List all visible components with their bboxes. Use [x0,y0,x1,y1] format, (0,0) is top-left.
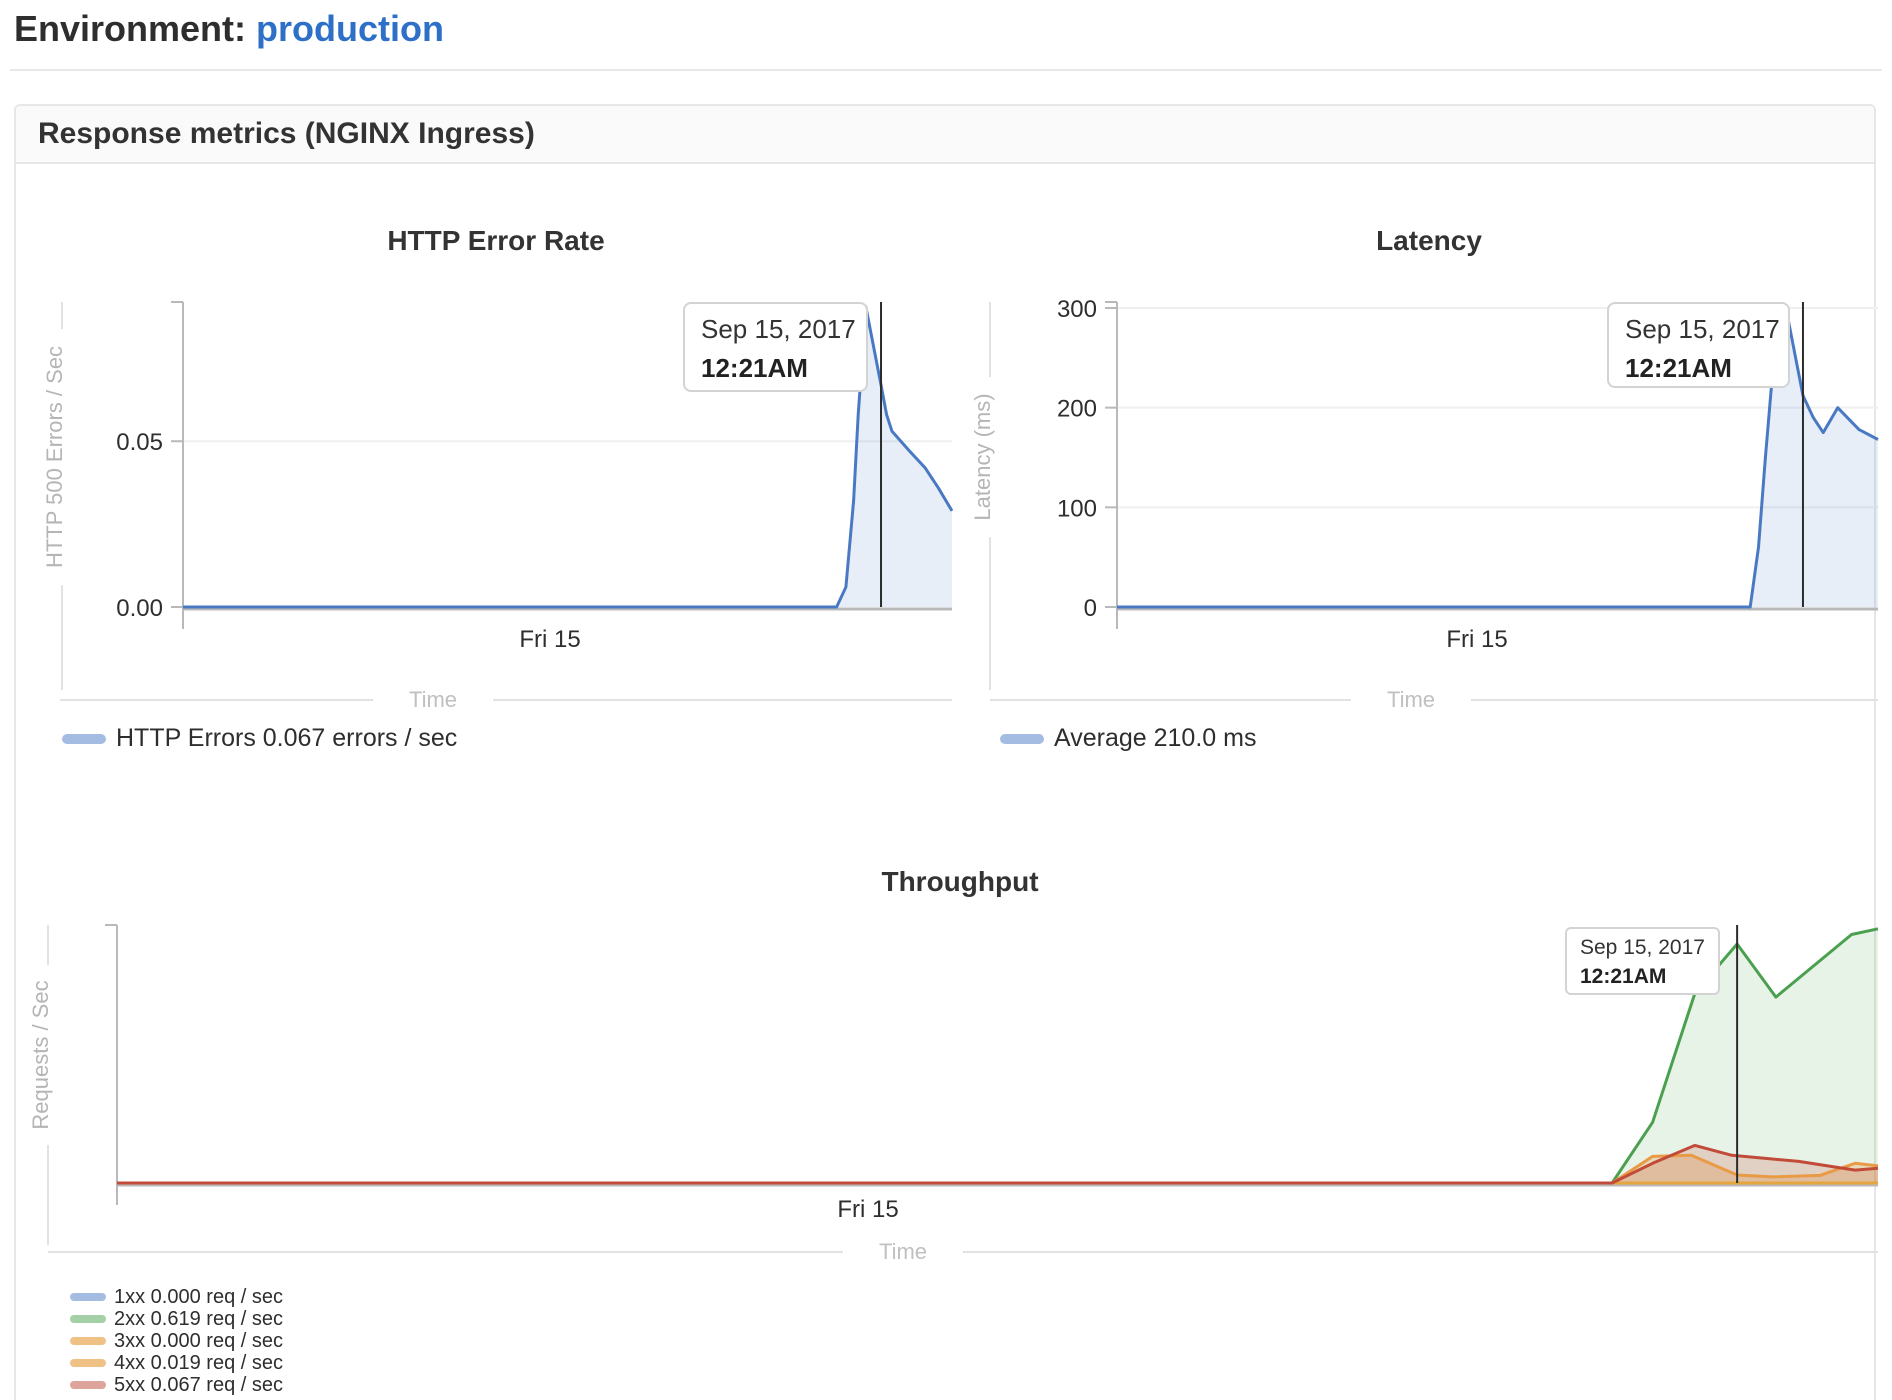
x-tick-label: Fri 15 [837,1196,898,1223]
legend-item: HTTP Errors 0.067 errors / sec [62,724,457,753]
y-tick-label: 100 [1057,495,1097,522]
y-axis-unit-label: Latency (ms) [970,393,995,520]
tooltip-time: 12:21AM [701,353,850,384]
latency-chart[interactable]: 3002001000 Latency Latency (ms) Fri 15 T… [975,170,1892,785]
legend-item: 2xx 0.619 req / sec [70,1308,283,1330]
chart-title: Throughput [881,866,1038,897]
y-axis-unit-label: HTTP 500 Errors / Sec [42,346,67,568]
legend-item: 5xx 0.067 req / sec [70,1374,283,1396]
environment-label: Environment: [14,8,246,49]
legend-swatch [70,1293,106,1301]
environment-metrics-page: Environment: production Response metrics… [0,0,1892,1400]
x-tick-label: Fri 15 [519,626,580,653]
legend-label: Average 210.0 ms [1054,724,1256,753]
chart-title: HTTP Error Rate [387,225,604,256]
legend-swatch [70,1359,106,1367]
throughput-legend: 1xx 0.000 req / sec 2xx 0.619 req / sec … [70,1286,283,1396]
legend-swatch [70,1315,106,1323]
legend-item: 1xx 0.000 req / sec [70,1286,283,1308]
legend-label: 2xx 0.619 req / sec [114,1308,283,1331]
legend-label: 1xx 0.000 req / sec [114,1286,283,1309]
legend-label: HTTP Errors 0.067 errors / sec [116,724,457,753]
legend-swatch [1000,734,1044,744]
legend-label: 4xx 0.019 req / sec [114,1352,283,1375]
header-divider [10,69,1882,71]
y-tick-label: 300 [1057,296,1097,323]
tooltip-date: Sep 15, 2017 [1580,936,1705,960]
tooltip-date: Sep 15, 2017 [1625,314,1772,345]
tooltip-date: Sep 15, 2017 [701,314,850,345]
x-axis-unit-label: Time [1387,687,1435,712]
y-tick-label: 0 [1084,595,1097,622]
tooltip-time: 12:21AM [1580,965,1705,989]
legend-swatch [70,1381,106,1389]
legend-swatch [70,1337,106,1345]
tooltip: Sep 15, 2017 12:21AM [1607,302,1790,388]
x-axis-unit-label: Time [409,687,457,712]
chart-title: Latency [1376,225,1482,256]
legend-label: 3xx 0.000 req / sec [114,1330,283,1353]
panel-title: Response metrics (NGINX Ingress) [16,106,1874,164]
x-axis-unit-label: Time [879,1239,927,1264]
legend-label: 5xx 0.067 req / sec [114,1374,283,1397]
y-axis-unit-label: Requests / Sec [28,980,53,1129]
legend-item: 4xx 0.019 req / sec [70,1352,283,1374]
tooltip-time: 12:21AM [1625,353,1772,384]
x-tick-label: Fri 15 [1446,626,1507,653]
y-tick-label: 0.00 [116,595,163,622]
legend-swatch [62,734,106,744]
http-error-rate-chart[interactable]: 0.05 0.00 HTTP Error Rate HTTP 500 Errors… [30,170,970,785]
tooltip: Sep 15, 2017 12:21AM [683,302,868,392]
page-title: Environment: production [14,8,444,50]
legend-item: 3xx 0.000 req / sec [70,1330,283,1352]
legend-item: Average 210.0 ms [1000,724,1256,753]
y-tick-label: 0.05 [116,429,163,456]
environment-name-link[interactable]: production [256,8,444,49]
throughput-chart[interactable]: Throughput Requests / Sec Fri 15 Time [30,845,1892,1300]
tooltip: Sep 15, 2017 12:21AM [1565,927,1720,995]
y-tick-label: 200 [1057,396,1097,423]
